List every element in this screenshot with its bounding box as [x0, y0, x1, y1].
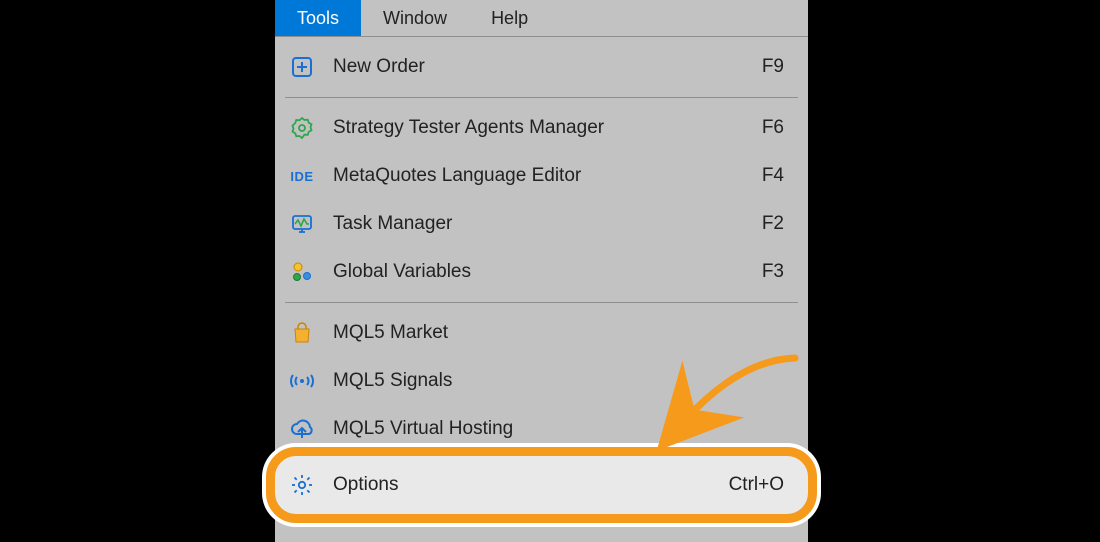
menu-item-label: MQL5 Market	[333, 322, 720, 344]
menu-item-options[interactable]: Options Ctrl+O	[275, 472, 808, 498]
menu-item-label: MQL5 Virtual Hosting	[333, 418, 720, 440]
menu-item-shortcut: F4	[720, 165, 784, 187]
menu-item-task-manager[interactable]: Task Manager F2	[275, 200, 808, 248]
menu-item-mql5-virtual-hosting[interactable]: MQL5 Virtual Hosting	[275, 405, 808, 453]
menu-item-label: Options	[333, 474, 729, 496]
menu-item-label: MQL5 Signals	[333, 370, 720, 392]
menubar-item-help[interactable]: Help	[469, 0, 550, 36]
variables-icon	[289, 259, 315, 285]
menu-item-shortcut: F6	[720, 117, 784, 139]
menu-item-label: Global Variables	[333, 261, 720, 283]
bag-icon	[289, 320, 315, 346]
menu-item-mql5-market[interactable]: MQL5 Market	[275, 309, 808, 357]
menu-group-3: MQL5 Market MQL5 Signals	[275, 303, 808, 459]
ide-icon: IDE	[289, 163, 315, 189]
menu-item-shortcut: F3	[720, 261, 784, 283]
menubar-item-tools[interactable]: Tools	[275, 0, 361, 36]
activity-monitor-icon	[289, 211, 315, 237]
menu-item-label: MetaQuotes Language Editor	[333, 165, 720, 187]
menu-item-shortcut: Ctrl+O	[729, 474, 784, 496]
cloud-icon	[289, 416, 315, 442]
menu-item-global-variables[interactable]: Global Variables F3	[275, 248, 808, 296]
menu-item-label: New Order	[333, 56, 720, 78]
menu-item-shortcut: F2	[720, 213, 784, 235]
menu-item-shortcut: F9	[720, 56, 784, 78]
menu-item-language-editor[interactable]: IDE MetaQuotes Language Editor F4	[275, 152, 808, 200]
plus-square-icon	[289, 54, 315, 80]
menu-item-label: Task Manager	[333, 213, 720, 235]
menu-group-2: Strategy Tester Agents Manager F6 IDE Me…	[275, 98, 808, 302]
highlight-callout: Options Ctrl+O	[266, 447, 817, 523]
menu-item-mql5-signals[interactable]: MQL5 Signals	[275, 357, 808, 405]
signals-icon	[289, 368, 315, 394]
gear-badge-icon	[289, 115, 315, 141]
menubar-item-window[interactable]: Window	[361, 0, 469, 36]
menu-item-strategy-tester[interactable]: Strategy Tester Agents Manager F6	[275, 104, 808, 152]
menubar: Tools Window Help	[275, 0, 808, 37]
menu-item-label: Strategy Tester Agents Manager	[333, 117, 720, 139]
menu-group-1: New Order F9	[275, 37, 808, 97]
gear-icon	[289, 472, 315, 498]
menu-item-new-order[interactable]: New Order F9	[275, 43, 808, 91]
ide-text: IDE	[290, 169, 313, 184]
